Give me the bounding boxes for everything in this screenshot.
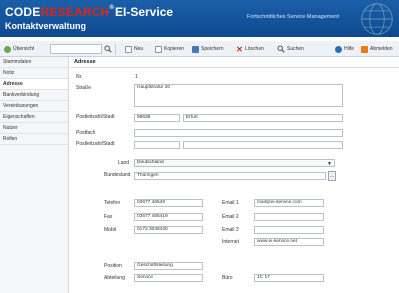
- app-header: CODERESEARCH® EI-Service Kontaktverwaltu…: [0, 0, 399, 37]
- save-button[interactable]: Speichern: [192, 44, 224, 54]
- office-input[interactable]: 1C 17: [254, 274, 324, 282]
- fax-input[interactable]: 03677 465419: [134, 213, 203, 221]
- section-divider: [70, 67, 399, 68]
- logout-icon: [361, 45, 368, 53]
- city-input[interactable]: Erfurt: [183, 114, 343, 122]
- find-magnifier-icon: [277, 45, 285, 53]
- new-label: Neu: [134, 46, 144, 52]
- product-name: EI-Service: [115, 5, 174, 19]
- postbox-city-input[interactable]: [183, 141, 343, 149]
- office-label: Büro: [222, 275, 233, 281]
- state-picker-button[interactable]: …: [328, 171, 336, 181]
- sidebar-item-notiz[interactable]: Notiz: [0, 68, 68, 79]
- copy-icon: [155, 45, 162, 53]
- brand-logo: CODERESEARCH®: [5, 5, 114, 19]
- sidebar-item-eigenschaften[interactable]: Eigenschaften: [0, 112, 68, 123]
- phone-label: Telefon: [104, 200, 121, 206]
- help-icon: [335, 45, 342, 53]
- help-label: Hilfe: [344, 46, 355, 52]
- web-label: Internet: [222, 239, 239, 245]
- search-icon: [104, 45, 112, 53]
- street-label: Straße: [76, 85, 92, 91]
- address-form: Adresse Nr. 1 Straße Hauptstraße 20 Post…: [70, 57, 399, 293]
- mobile-label: Mobil: [104, 227, 116, 233]
- save-label: Speichern: [201, 46, 224, 52]
- position-label: Position: [104, 263, 122, 269]
- country-value: Deutschland: [137, 160, 164, 165]
- email3-label: Email 3: [222, 227, 239, 233]
- section-title: Adresse: [74, 59, 96, 65]
- country-select[interactable]: Deutschland ▼: [134, 159, 335, 167]
- email3-input[interactable]: [254, 226, 324, 234]
- sidebar-item-stammdaten[interactable]: Stammdaten: [0, 57, 68, 68]
- state-label: Bundesland: [104, 172, 131, 178]
- postbox-label: Postfach: [76, 130, 96, 136]
- postbox-plz-city-label: Postleitzahl/Stadt: [76, 141, 115, 147]
- back-arrow-icon: [4, 45, 11, 53]
- globe-icon: [361, 3, 393, 35]
- help-button[interactable]: Hilfe: [335, 44, 354, 54]
- email2-input[interactable]: [254, 213, 324, 221]
- new-button[interactable]: Neu: [125, 44, 143, 54]
- back-button[interactable]: Übersicht: [4, 44, 34, 54]
- sidebar-item-bankverbindung[interactable]: Bankverbindung: [0, 90, 68, 101]
- department-input[interactable]: Service: [134, 274, 203, 282]
- back-label: Übersicht: [13, 46, 35, 52]
- delete-label: Löschen: [245, 46, 264, 52]
- delete-x-icon: ✕: [236, 44, 243, 54]
- email1-label: Email 1: [222, 200, 239, 206]
- fax-label: Fax: [104, 214, 113, 220]
- find-button[interactable]: Suchen: [277, 44, 304, 54]
- email1-input[interactable]: mail@ei-service.com: [254, 199, 324, 207]
- chevron-down-icon: ▼: [327, 161, 332, 167]
- nr-value: 1: [135, 74, 138, 80]
- nr-label: Nr.: [76, 74, 83, 80]
- sidebar-item-nutzer[interactable]: Nutzer: [0, 123, 68, 134]
- search-button[interactable]: [104, 44, 112, 54]
- ellipsis-icon: …: [329, 173, 335, 179]
- web-input[interactable]: www.ei-service.net: [254, 238, 324, 246]
- copy-button[interactable]: Kopieren: [155, 44, 184, 54]
- street-textarea[interactable]: Hauptstraße 20: [134, 84, 343, 107]
- state-input[interactable]: Thüringen: [134, 172, 326, 180]
- toolbar: Übersicht Neu Kopieren Speichern ✕ Lösch…: [0, 41, 399, 57]
- sidebar-item-adresse[interactable]: Adresse: [0, 79, 68, 90]
- mobile-input[interactable]: 0172 3039430: [134, 226, 203, 234]
- department-label: Abteilung: [104, 275, 125, 281]
- email2-label: Email 2: [222, 214, 239, 220]
- new-document-icon: [125, 45, 132, 53]
- sidebar-item-vereinbarungen[interactable]: Vereinbarungen: [0, 101, 68, 112]
- position-input[interactable]: Geschäftsleitung: [134, 262, 203, 270]
- brand-trademark: ®: [109, 5, 115, 11]
- toolbar-search-input[interactable]: [50, 44, 102, 54]
- phone-input[interactable]: 03677 46549: [134, 199, 203, 207]
- toolbar-divider: [115, 44, 116, 54]
- logout-button[interactable]: Abmelden: [361, 44, 393, 54]
- postbox-input[interactable]: [134, 129, 343, 137]
- copy-label: Kopieren: [164, 46, 185, 52]
- logout-label: Abmelden: [370, 46, 393, 52]
- sidebar-item-rollen[interactable]: Rollen: [0, 134, 68, 145]
- tagline: Fortschrittliches Service Management: [247, 14, 340, 20]
- find-label: Suchen: [287, 46, 304, 52]
- brand-code: CODE: [5, 5, 41, 19]
- country-label: Land: [118, 160, 130, 166]
- postbox-plz-input[interactable]: [134, 141, 180, 149]
- page-title: Kontaktverwaltung: [5, 21, 87, 31]
- delete-button[interactable]: ✕ Löschen: [236, 44, 264, 54]
- plz-city-label: Postleitzahl/Stadt: [76, 114, 115, 120]
- sidebar: Stammdaten Notiz Adresse Bankverbindung …: [0, 57, 69, 293]
- brand-research: RESEARCH: [40, 5, 110, 19]
- save-disk-icon: [192, 45, 199, 53]
- plz-input[interactable]: 96638: [134, 114, 180, 122]
